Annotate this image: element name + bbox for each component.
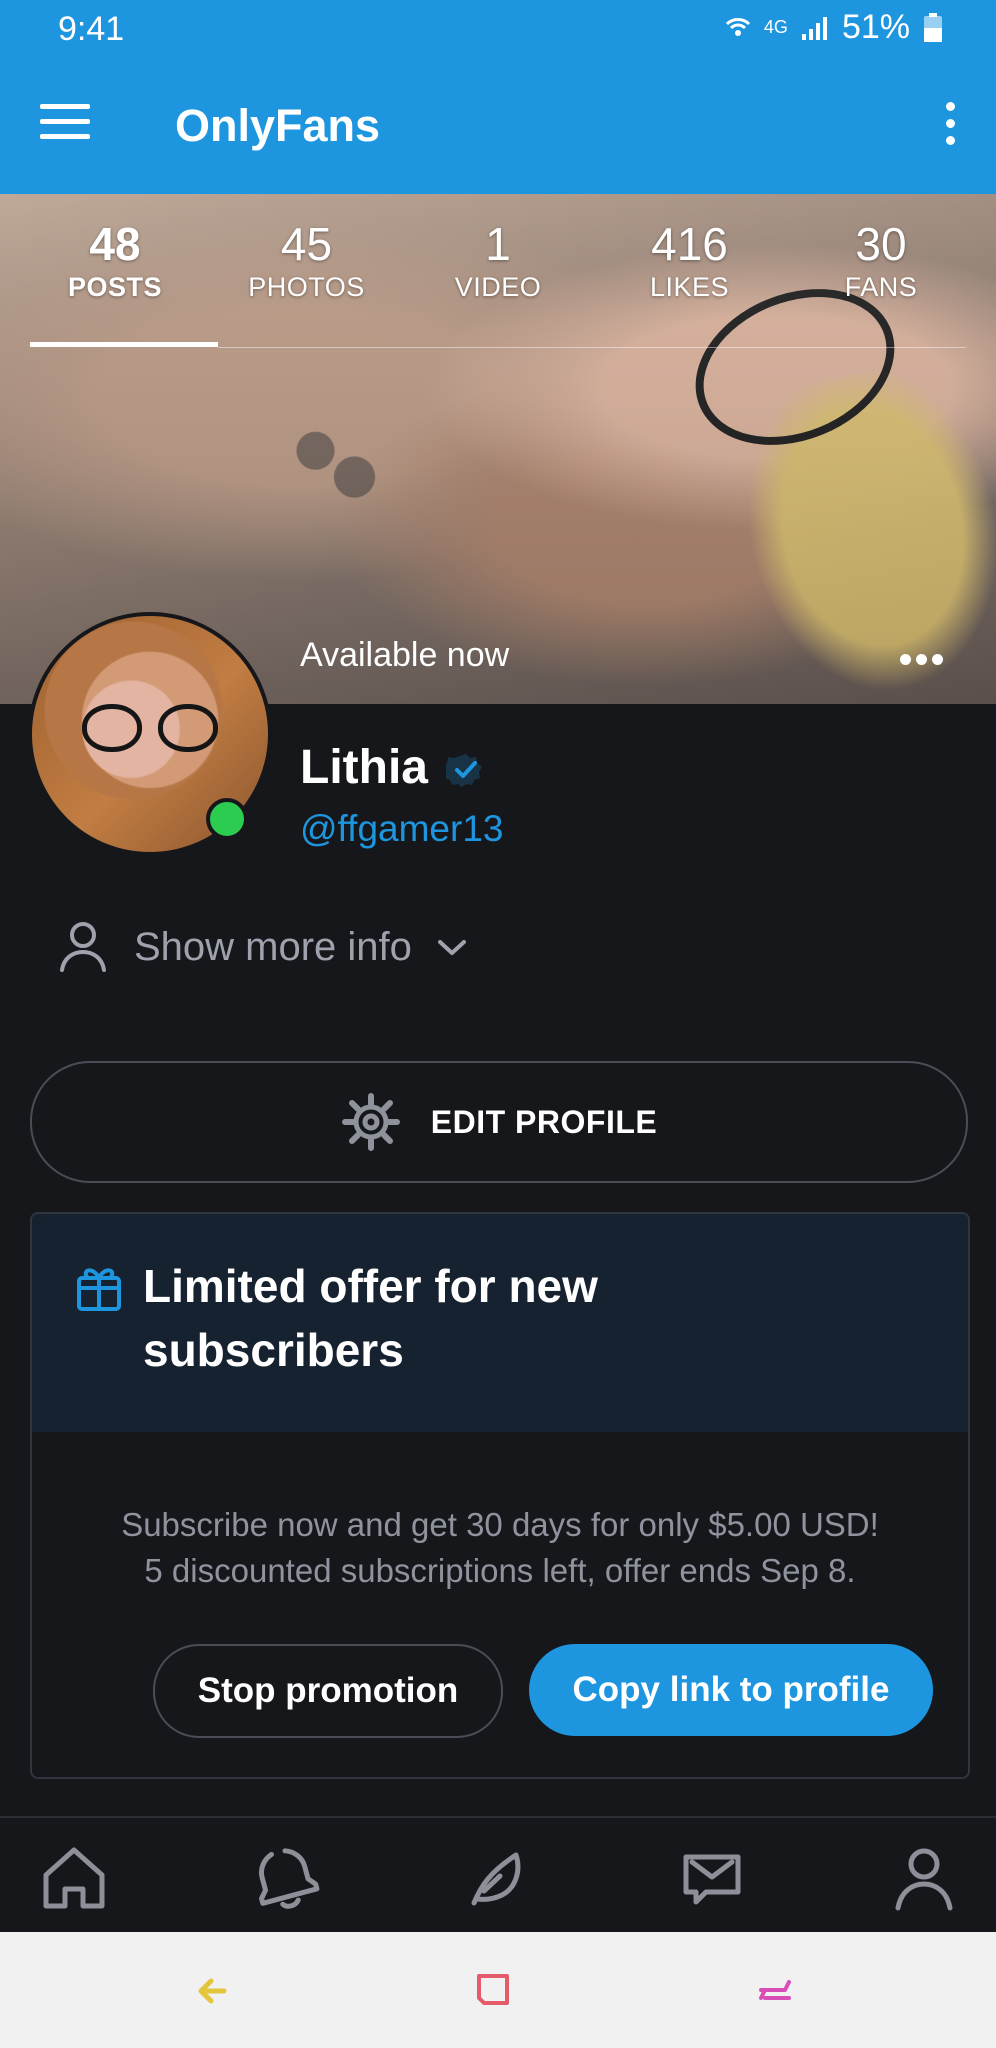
system-navigation-bar — [0, 1932, 996, 2048]
tab-divider — [218, 347, 966, 348]
video-label: VIDEO — [454, 272, 542, 302]
tab-video[interactable]: 1 VIDEO — [413, 216, 583, 346]
show-more-info[interactable]: Show more info — [56, 920, 468, 974]
app-title: OnlyFans — [175, 100, 381, 151]
status-bar: 9:41 4G 51% — [0, 0, 996, 60]
messages-icon[interactable] — [676, 1842, 748, 1914]
availability-status: Available now — [300, 636, 510, 674]
online-status-dot — [206, 798, 248, 840]
limited-offer-card: Limited offer for new subscribers Subscr… — [30, 1212, 970, 1779]
posts-count: 48 — [89, 218, 141, 270]
feather-icon[interactable] — [462, 1842, 534, 1914]
copy-link-button[interactable]: Copy link to profile — [529, 1644, 933, 1736]
chevron-down-icon — [437, 940, 466, 955]
offer-description: Subscribe now and get 30 days for only $… — [72, 1502, 928, 1594]
bell-icon[interactable] — [248, 1842, 320, 1914]
profile-stats-tabs: 48 POSTS 45 PHOTOS 1 VIDEO 416 LIKES 30 … — [30, 216, 966, 346]
home-icon[interactable] — [38, 1842, 110, 1914]
hamburger-menu-icon[interactable] — [40, 104, 90, 148]
battery-percent: 51% — [841, 8, 910, 46]
offer-header: Limited offer for new subscribers — [32, 1214, 968, 1432]
display-name: Lithia — [300, 741, 428, 794]
fans-count: 30 — [855, 218, 907, 270]
profile-icon[interactable] — [888, 1842, 960, 1914]
edit-profile-label: EDIT PROFILE — [430, 1103, 658, 1140]
edit-profile-button[interactable]: EDIT PROFILE — [30, 1061, 968, 1183]
signal-icon — [801, 16, 827, 40]
active-tab-indicator — [30, 342, 218, 347]
bottom-navigation — [0, 1816, 996, 1934]
photos-label: PHOTOS — [248, 272, 365, 302]
offer-title: Limited offer for new subscribers — [143, 1260, 598, 1376]
posts-label: POSTS — [67, 272, 163, 302]
gear-icon — [341, 1093, 400, 1151]
tab-posts[interactable]: 48 POSTS — [30, 216, 200, 346]
user-outline-icon — [60, 922, 106, 972]
offer-line-1: Subscribe now and get 30 days for only $… — [121, 1506, 879, 1543]
wifi-icon — [725, 17, 750, 36]
battery-icon — [924, 12, 942, 42]
network-label: 4G — [763, 17, 788, 37]
fans-label: FANS — [844, 272, 918, 302]
avatar-glasses-right — [158, 704, 218, 752]
status-time: 9:41 — [58, 10, 125, 48]
system-home-icon[interactable] — [750, 1966, 800, 2016]
cover-more-icon[interactable] — [900, 654, 948, 666]
likes-count: 416 — [651, 218, 728, 270]
likes-label: LIKES — [649, 272, 730, 302]
tab-likes[interactable]: 416 LIKES — [605, 216, 775, 346]
video-count: 1 — [485, 218, 511, 270]
recent-apps-icon[interactable] — [468, 1966, 518, 2016]
verified-icon — [446, 754, 482, 787]
gift-icon — [77, 1268, 121, 1311]
photos-count: 45 — [280, 218, 333, 270]
cover-hair-detail — [703, 348, 996, 704]
tab-photos[interactable]: 45 PHOTOS — [222, 216, 392, 346]
back-icon[interactable] — [190, 1966, 240, 2016]
cover-tattoo-detail — [270, 414, 400, 519]
overflow-menu-icon[interactable] — [940, 102, 960, 152]
status-indicators: 4G 51% — [724, 8, 944, 47]
stop-promotion-button[interactable]: Stop promotion — [153, 1644, 503, 1738]
username-handle[interactable]: @ffgamer13 — [300, 808, 503, 850]
avatar-glasses-left — [82, 704, 142, 752]
offer-line-2: 5 discounted subscriptions left, offer e… — [144, 1552, 856, 1589]
app-bar: OnlyFans — [0, 60, 996, 194]
tab-fans[interactable]: 30 FANS — [796, 216, 966, 346]
show-more-info-label: Show more info — [134, 924, 412, 969]
